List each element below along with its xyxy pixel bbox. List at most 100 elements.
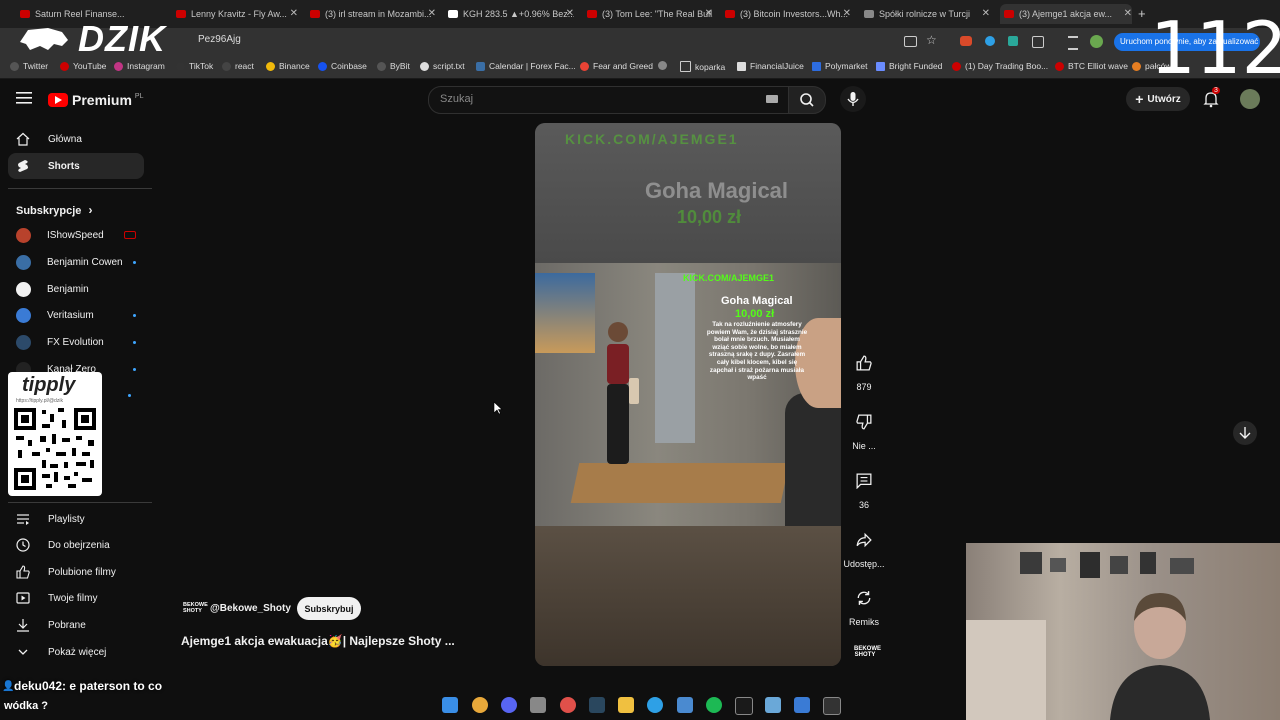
sidebar-item-downloads[interactable]: Pobrane	[8, 612, 144, 638]
channel-logo[interactable]: BEKOWE SHOTY	[183, 602, 208, 616]
youtube-premium-logo[interactable]: Premium PL	[48, 92, 143, 108]
bookmark-item[interactable]: Calendar | Forex Fac...	[476, 61, 576, 71]
channel-name[interactable]: @Bekowe_Shoty	[210, 603, 291, 614]
search-button[interactable]	[788, 86, 826, 114]
media-control-icon[interactable]	[1068, 36, 1078, 50]
spotify-taskbar-icon[interactable]	[706, 697, 722, 713]
person-figure	[607, 322, 639, 464]
close-tab-icon[interactable]: ✕	[428, 8, 436, 19]
sidebar-item-show-more[interactable]: Pokaż więcej	[8, 639, 144, 665]
url-field[interactable]: Pez96Ajg	[198, 34, 241, 45]
app-taskbar-icon[interactable]	[735, 697, 753, 715]
menu-icon[interactable]	[16, 91, 32, 105]
browser-tab[interactable]: (3) Tom Lee: "The Real Bull... ✕	[587, 4, 713, 24]
bybit-icon	[377, 61, 386, 71]
terminal-taskbar-icon[interactable]	[823, 697, 841, 715]
bookmark-item[interactable]: (1) Day Trading Boo...	[952, 61, 1048, 71]
subscription-fx-evolution[interactable]: FX Evolution	[16, 335, 136, 350]
bookmark-item[interactable]: script.txt	[420, 61, 465, 71]
subscribe-button[interactable]: Subskrybuj	[297, 597, 361, 620]
bookmark-item[interactable]: YouTube	[60, 61, 106, 71]
sidebar-item-liked-videos[interactable]: Polubione filmy	[8, 559, 144, 585]
bookmark-item[interactable]: FinancialJuice	[737, 61, 804, 71]
discord-taskbar-icon[interactable]	[501, 697, 517, 713]
bookmark-item[interactable]: Twitter	[10, 61, 48, 71]
account-avatar[interactable]	[1240, 89, 1260, 109]
browser-tab[interactable]: Lenny Kravitz - Fly Aw... ✕	[176, 4, 298, 24]
app-taskbar-icon[interactable]	[530, 697, 546, 713]
bookmark-item[interactable]: Polymarket	[812, 61, 868, 71]
bookmark-item[interactable]: ByBit	[377, 61, 410, 71]
bookmark-item[interactable]: react	[222, 61, 254, 71]
sidebar-item-playlists[interactable]: Playlisty	[8, 506, 144, 532]
chevron-down-icon	[18, 649, 28, 655]
keyboard-icon[interactable]	[766, 95, 778, 103]
app-taskbar-icon[interactable]	[647, 697, 663, 713]
close-tab-icon[interactable]: ✕	[982, 8, 990, 19]
browser-tab[interactable]: (3) Bitcoin Investors...Wh... ✕	[725, 4, 851, 24]
close-tab-icon[interactable]: ✕	[1124, 8, 1132, 19]
browser-tab[interactable]: KGH 283.5 ▲+0.96% Bez... ✕	[448, 4, 574, 24]
subscriptions-heading[interactable]: Subskrypcje ›	[16, 203, 92, 217]
microphone-icon	[847, 92, 859, 106]
channel-logo[interactable]: BEKOWE SHOTY	[854, 646, 881, 658]
close-tab-icon[interactable]: ✕	[290, 8, 298, 19]
short-title[interactable]: Ajemge1 akcja ewakuacja🥳| Najlepsze Shot…	[181, 634, 455, 648]
remix-icon	[857, 591, 871, 605]
steam-taskbar-icon[interactable]	[589, 697, 605, 713]
install-app-icon[interactable]	[904, 36, 917, 47]
windows-start-icon[interactable]	[442, 697, 458, 713]
web-icon	[1132, 61, 1141, 71]
sidebar-item-shorts[interactable]: Shorts	[8, 153, 144, 179]
comments-button[interactable]: 36	[849, 466, 879, 510]
bookmark-item[interactable]: Bright Funded	[876, 61, 942, 71]
profile-avatar[interactable]	[1090, 35, 1103, 48]
browser-tab[interactable]: Spółki rolnicze w Turcji ✕	[864, 4, 990, 24]
donation-name: Goha Magical	[721, 295, 793, 307]
bookmark-item[interactable]: BTC Elliot wave	[1055, 61, 1128, 71]
sidebar-item-home[interactable]: Główna	[8, 126, 144, 152]
browser-tab[interactable]: (3) irl stream in Mozambi... ✕	[310, 4, 436, 24]
next-video-button[interactable]	[1233, 421, 1257, 445]
share-button[interactable]: Udostęp...	[842, 525, 886, 569]
subscription-ishowspeed[interactable]: IShowSpeed	[16, 228, 136, 243]
voice-search-button[interactable]	[840, 86, 866, 112]
close-tab-icon[interactable]: ✕	[566, 8, 574, 19]
new-tab-button[interactable]: +	[1138, 6, 1146, 21]
subscription-benjamin[interactable]: Benjamin	[16, 282, 136, 297]
search-input[interactable]	[428, 86, 790, 114]
extension-icon[interactable]	[960, 36, 972, 46]
app-taskbar-icon[interactable]	[560, 697, 576, 713]
file-explorer-taskbar-icon[interactable]	[618, 697, 634, 713]
bookmark-item[interactable]: Coinbase	[318, 61, 367, 71]
extension-icon[interactable]	[1008, 36, 1018, 46]
short-video-player[interactable]: KICK.COM/AJEMGE1 Goha Magical 10,00 zł K…	[535, 123, 841, 666]
sidebar-item-your-videos[interactable]: Twoje filmy	[8, 585, 144, 611]
new-content-dot	[133, 261, 136, 264]
bookmark-item[interactable]: TikTok	[176, 61, 213, 71]
browser-tab-active[interactable]: (3) Ajemge1 akcja ew... ✕	[1000, 4, 1132, 24]
extensions-puzzle-icon[interactable]	[1032, 36, 1044, 48]
notepad-taskbar-icon[interactable]	[765, 697, 781, 713]
subscription-benjamin-cowen[interactable]: Benjamin Cowen	[16, 255, 136, 270]
app-taskbar-icon[interactable]	[794, 697, 810, 713]
app-taskbar-icon[interactable]	[677, 697, 693, 713]
sidebar-item-watch-later[interactable]: Do obejrzenia	[8, 532, 144, 558]
chrome-taskbar-icon[interactable]	[472, 697, 488, 713]
subscription-veritasium[interactable]: Veritasium	[16, 308, 136, 323]
chevron-right-icon: ›	[88, 203, 93, 217]
folder-icon	[680, 61, 691, 72]
bookmark-star-icon[interactable]: ☆	[926, 33, 937, 47]
bookmark-item[interactable]: Fear and Greed	[580, 61, 653, 71]
bookmark-folder[interactable]: koparka	[680, 61, 725, 72]
remix-button[interactable]: Remiks	[849, 583, 879, 627]
bookmark-item[interactable]: Binance	[266, 61, 310, 71]
close-tab-icon[interactable]: ✕	[705, 8, 713, 19]
bookmark-item[interactable]: Instagram	[114, 61, 165, 71]
bookmark-item[interactable]	[658, 61, 671, 70]
like-button[interactable]: 879	[849, 348, 879, 392]
dislike-button[interactable]: Nie ...	[849, 407, 879, 451]
create-button[interactable]: + Utwórz	[1126, 87, 1190, 111]
extension-icon[interactable]	[985, 36, 995, 46]
close-tab-icon[interactable]: ✕	[843, 8, 851, 19]
